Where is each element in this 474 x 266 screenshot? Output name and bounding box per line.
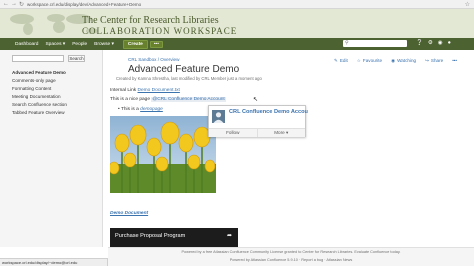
mouse-cursor-icon: ↖: [253, 97, 259, 103]
user-avatar-icon[interactable]: ●: [448, 40, 451, 46]
help-icon[interactable]: ❔: [416, 40, 423, 46]
internal-link-line: Internal Link Demo Document.txt: [110, 88, 180, 93]
sidebar-search-button[interactable]: Search: [68, 55, 85, 62]
nav-browse[interactable]: Browse ▾: [94, 42, 114, 47]
page-footer: Powered by a free Atlassian Confluence C…: [108, 247, 474, 266]
forward-arrow-icon[interactable]: →: [11, 1, 17, 8]
app-header: Dashboard Spaces ▾ People Browse ▾ Creat…: [0, 38, 474, 50]
address-bar[interactable]: workspace.crl.edu/display/dev/Advanced+F…: [27, 2, 141, 7]
star-icon: ☆: [356, 58, 361, 63]
nav-people[interactable]: People: [72, 42, 87, 47]
demo-document-link[interactable]: Demo Document: [110, 211, 148, 216]
nice-page-text: This is a nice page: [110, 97, 150, 102]
banner-subtitle: COLLABORATION WORKSPACE: [82, 26, 238, 36]
share-icon: ↪: [425, 58, 429, 63]
header-search-input[interactable]: ⚲: [343, 40, 407, 47]
sidebar-search-input[interactable]: [12, 55, 64, 62]
banner-title: The Center for Research Libraries: [82, 15, 219, 26]
hover-card-actions: Follow More ▾: [209, 128, 305, 137]
bullet-icon: •: [118, 107, 120, 112]
user-mention-link[interactable]: @CRL Confluence Demo Account: [151, 97, 226, 102]
create-button[interactable]: Create: [122, 39, 148, 49]
internal-link-label: Internal Link: [110, 88, 137, 93]
favourite-button[interactable]: ☆ Favourite: [357, 58, 382, 64]
status-bar-url: workspace.crl.edu/display/~demo@crl.edu: [0, 258, 108, 266]
sidebar-item-formatting-content[interactable]: Formatting Content: [12, 85, 67, 93]
more-actions-button[interactable]: •••: [452, 58, 457, 64]
site-banner: The Center for Research Libraries COLLAB…: [0, 9, 474, 38]
back-arrow-icon[interactable]: ←: [3, 1, 9, 8]
video-player[interactable]: Purchase Proposal Program ➦: [110, 228, 238, 247]
demopage-link[interactable]: demopage: [140, 107, 163, 112]
gear-icon[interactable]: ⚙: [428, 40, 433, 46]
reload-icon[interactable]: ↻: [19, 1, 24, 8]
edit-button[interactable]: ✎ Edit: [334, 58, 348, 64]
sidebar-item-meeting-documentation[interactable]: Meeting Documentation: [12, 93, 67, 101]
watching-button[interactable]: ◉ Watching: [391, 58, 416, 64]
nice-page-line: This is a nice page @CRL Confluence Demo…: [110, 97, 226, 102]
search-icon: ⚲: [345, 40, 349, 46]
eye-icon: ◉: [391, 58, 396, 63]
user-hover-card: CRL Confluence Demo Accou Follow More ▾: [208, 105, 308, 137]
create-more-button[interactable]: •••: [149, 40, 163, 48]
header-icons: ❔ ⚙ ◉ ●: [416, 40, 451, 46]
breadcrumb[interactable]: CRL Sandbox / Overview: [128, 57, 179, 62]
internal-link[interactable]: Demo Document.txt: [137, 88, 179, 93]
sidebar: Search Advanced Feature Demo Comments-on…: [0, 50, 103, 247]
avatar: [212, 110, 225, 123]
page-metadata: Created by Kamna Shrestha, last modified…: [116, 76, 262, 81]
browser-toolbar: ← → ↻ workspace.crl.edu/display/dev/Adva…: [0, 0, 474, 9]
browser-nav: ← → ↻: [0, 1, 24, 8]
star-bookmark-icon[interactable]: ☆: [465, 1, 474, 8]
tulip-image[interactable]: [110, 116, 216, 193]
sidebar-item-tabbed-feature-overview[interactable]: Tabbed Feature Overview: [12, 109, 67, 117]
notifications-icon[interactable]: ◉: [438, 40, 443, 46]
nav-dashboard[interactable]: Dashboard: [15, 42, 38, 47]
more-dropdown-button[interactable]: More ▾: [256, 129, 306, 137]
video-share-icon[interactable]: ➦: [227, 232, 232, 239]
sidebar-item-search-confluence-section[interactable]: Search Confluence section: [12, 101, 67, 109]
more-icon: •••: [452, 58, 458, 63]
sidebar-item-advanced-feature-demo[interactable]: Advanced Feature Demo: [12, 69, 67, 77]
user-silhouette-icon: [213, 112, 224, 123]
list-item: • This is a demopage: [118, 107, 163, 112]
sidebar-item-comments-only-page[interactable]: Comments-only page: [12, 77, 67, 85]
page-actions: ✎ Edit ☆ Favourite ◉ Watching ↪ Share •••: [334, 58, 457, 64]
footer-links[interactable]: Powered by Atlassian Confluence 5.9.10 ·…: [108, 258, 474, 262]
hover-card-user-name[interactable]: CRL Confluence Demo Accou: [229, 109, 308, 115]
pencil-icon: ✎: [334, 58, 338, 63]
page-tree: Advanced Feature Demo Comments-only page…: [12, 69, 67, 117]
footer-license-text: Powered by a free Atlassian Confluence C…: [181, 250, 401, 254]
video-title: Purchase Proposal Program: [115, 233, 186, 239]
page-title: Advanced Feature Demo: [128, 64, 240, 75]
follow-button[interactable]: Follow: [209, 129, 257, 137]
main-content: CRL Sandbox / Overview ✎ Edit ☆ Favourite …: [108, 50, 474, 247]
share-button[interactable]: ↪ Share: [425, 58, 443, 64]
nav-spaces[interactable]: Spaces ▾: [45, 42, 65, 47]
